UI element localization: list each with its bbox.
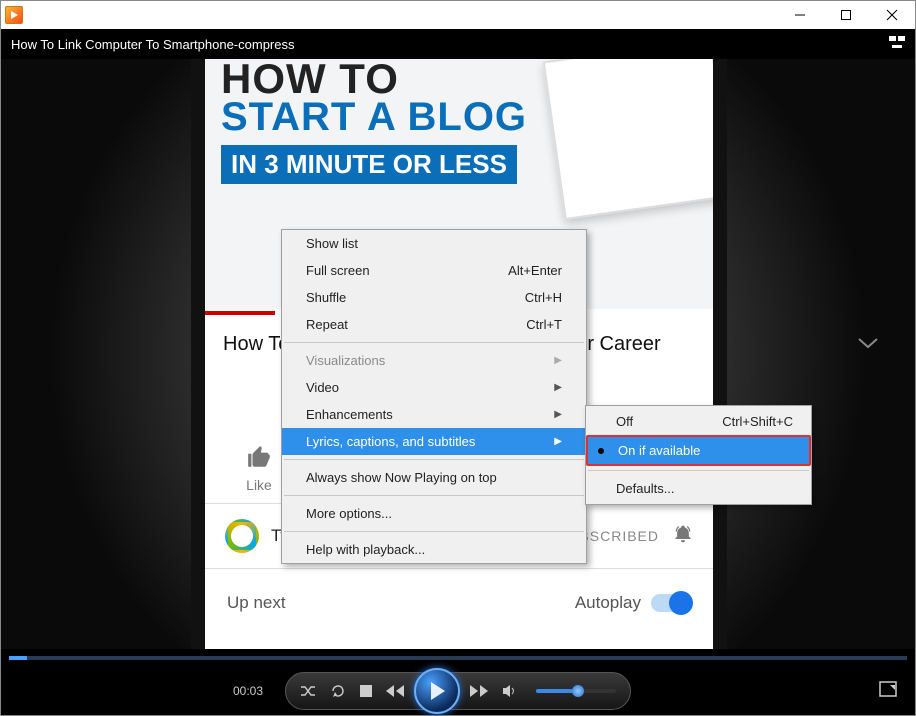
toggle-knob (669, 591, 693, 615)
menu-item-label: Repeat (306, 317, 348, 332)
switch-view-icon[interactable] (889, 36, 905, 53)
menu-item-label: More options... (306, 506, 392, 521)
upnext-label: Up next (227, 593, 286, 613)
menu-item: Visualizations ▶ (282, 347, 586, 374)
like-label: Like (245, 477, 273, 493)
channel-logo[interactable] (225, 519, 259, 553)
volume-knob (572, 685, 584, 697)
submenu-arrow-icon: ▶ (554, 382, 562, 393)
notepad-graphic (543, 59, 713, 220)
menu-separator (284, 459, 584, 460)
submenu-item-label: Defaults... (616, 481, 675, 496)
app-icon (5, 6, 23, 24)
context-menu: Show list Full screen Alt+Enter Shuffle Ctrl… (281, 229, 587, 564)
previous-button[interactable] (386, 685, 404, 697)
chevron-down-icon[interactable] (857, 337, 879, 356)
submenu-arrow-icon: ▶ (554, 409, 562, 420)
menu-shortcut: Ctrl+H (525, 290, 562, 305)
menu-item-label: Video (306, 380, 339, 395)
submenu-item[interactable]: Defaults... (586, 475, 811, 502)
seek-bar[interactable] (1, 649, 915, 667)
autoplay-label: Autoplay (575, 593, 641, 613)
stop-button[interactable] (360, 685, 372, 697)
thumbs-up-icon (245, 444, 273, 470)
submenu-item-label: On if available (618, 443, 700, 458)
menu-item[interactable]: Enhancements ▶ (282, 401, 586, 428)
menu-separator (284, 342, 584, 343)
window-controls (777, 1, 915, 29)
submenu-arrow-icon: ▶ (554, 436, 562, 447)
menu-shortcut: Ctrl+T (526, 317, 562, 332)
volume-slider[interactable] (536, 689, 616, 693)
autoplay-toggle[interactable] (651, 594, 691, 612)
menu-item-label: Shuffle (306, 290, 346, 305)
bell-icon[interactable] (673, 524, 693, 549)
thumb-text: IN 3 MINUTE OR LESS (221, 145, 517, 184)
menu-separator (284, 531, 584, 532)
menu-item[interactable]: More options... (282, 500, 586, 527)
menu-item[interactable]: Lyrics, captions, and subtitles ▶ (282, 428, 586, 455)
control-panel (285, 672, 631, 710)
seek-fill (9, 656, 27, 660)
menu-item-label: Visualizations (306, 353, 385, 368)
menu-separator (588, 470, 809, 471)
menu-item[interactable]: Full screen Alt+Enter (282, 257, 586, 284)
menu-item[interactable]: Always show Now Playing on top (282, 464, 586, 491)
titlebar (1, 1, 915, 29)
context-submenu: Off Ctrl+Shift+C On if available Defaults..… (585, 405, 812, 505)
menu-separator (284, 495, 584, 496)
media-header: How To Link Computer To Smartphone-compr… (1, 29, 915, 59)
phone-border (191, 59, 205, 649)
menu-item[interactable]: Video ▶ (282, 374, 586, 401)
mute-button[interactable] (502, 684, 516, 698)
menu-item[interactable]: Help with playback... (282, 536, 586, 563)
menu-item[interactable]: Shuffle Ctrl+H (282, 284, 586, 311)
play-button[interactable] (414, 668, 460, 714)
thumb-text: START A BLOG (221, 95, 527, 140)
next-button[interactable] (470, 685, 488, 697)
menu-shortcut: Ctrl+Shift+C (722, 414, 793, 429)
menu-item[interactable]: Repeat Ctrl+T (282, 311, 586, 338)
volume-fill (536, 689, 576, 693)
radio-dot-icon (598, 448, 604, 454)
shuffle-button[interactable] (300, 684, 316, 698)
menu-item[interactable]: Show list (282, 230, 586, 257)
video-stage[interactable]: HOW TO START A BLOG IN 3 MINUTE OR LESS … (1, 59, 915, 649)
app-window: How To Link Computer To Smartphone-compr… (0, 0, 916, 716)
close-button[interactable] (869, 1, 915, 29)
submenu-item[interactable]: Off Ctrl+Shift+C (586, 408, 811, 435)
submenu-arrow-icon: ▶ (554, 355, 562, 366)
like-button[interactable]: Like (245, 444, 273, 493)
minimize-button[interactable] (777, 1, 823, 29)
submenu-item-label: Off (616, 414, 633, 429)
menu-item-label: Enhancements (306, 407, 393, 422)
menu-item-label: Lyrics, captions, and subtitles (306, 434, 475, 449)
repeat-button[interactable] (330, 683, 346, 699)
maximize-button[interactable] (823, 1, 869, 29)
elapsed-time: 00:03 (233, 684, 263, 698)
menu-item-label: Always show Now Playing on top (306, 470, 497, 485)
menu-item-label: Help with playback... (306, 542, 425, 557)
progress-indicator (205, 311, 275, 315)
menu-item-label: Show list (306, 236, 358, 251)
media-title: How To Link Computer To Smartphone-compr… (11, 37, 294, 52)
upnext-row: Up next Autoplay (205, 569, 713, 637)
playback-controls: 00:03 (1, 667, 915, 715)
fullscreen-button[interactable] (879, 681, 897, 702)
seek-track (9, 656, 907, 660)
submenu-item[interactable]: On if available (588, 437, 809, 464)
phone-border (713, 59, 727, 649)
menu-item-label: Full screen (306, 263, 370, 278)
menu-shortcut: Alt+Enter (508, 263, 562, 278)
